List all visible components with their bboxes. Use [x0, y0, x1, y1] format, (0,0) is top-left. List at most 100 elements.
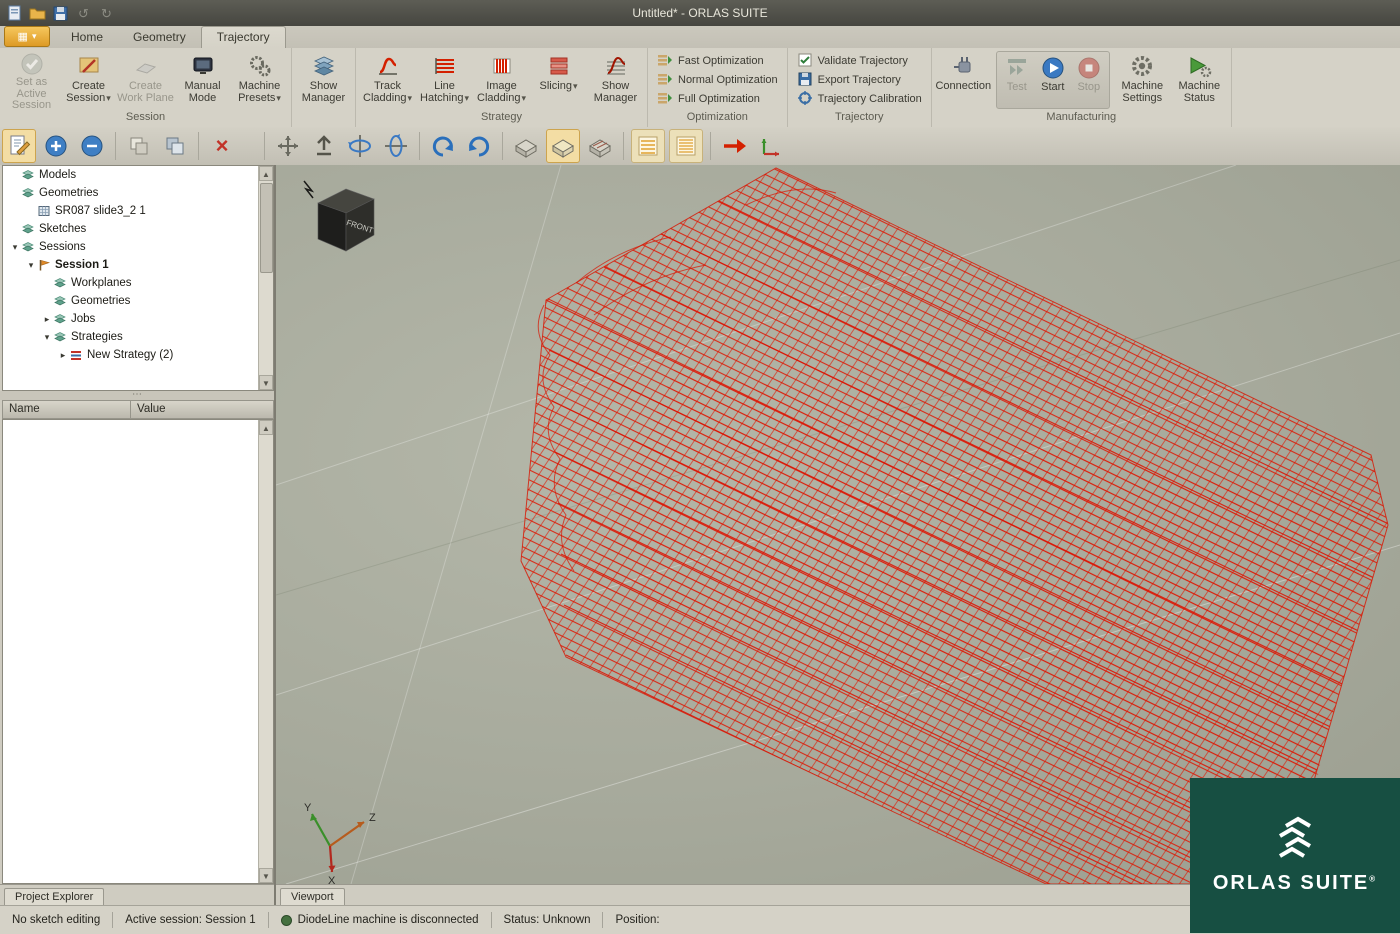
play-circle-icon	[1041, 55, 1065, 81]
overlapping-squares-icon	[126, 133, 152, 159]
column-header-value[interactable]: Value	[131, 401, 172, 418]
tree-item-sessions[interactable]: ▾ Sessions	[3, 238, 273, 256]
fast-forward-icon	[1005, 55, 1029, 81]
chevron-down-icon[interactable]: ▾	[9, 242, 21, 253]
start-button[interactable]: Start	[1035, 52, 1071, 108]
tree-item-jobs[interactable]: ▸ Jobs	[3, 310, 273, 328]
show-axes-button[interactable]	[754, 130, 786, 162]
tree-item-models[interactable]: Models	[3, 166, 273, 184]
panel-splitter[interactable]: ⋯	[0, 391, 274, 400]
show-direction-button[interactable]	[718, 130, 750, 162]
show-sliced-button[interactable]	[584, 130, 616, 162]
delete-button[interactable]: ×	[206, 130, 238, 162]
ribbon-group-workplane-manager: Show Manager	[292, 48, 356, 127]
show-hatch-dense-button[interactable]	[669, 129, 703, 163]
chevron-down-icon[interactable]: ▾	[41, 332, 53, 343]
image-cladding-icon	[489, 51, 515, 81]
check-circle-icon	[19, 51, 45, 77]
slicing-button[interactable]: Slicing▾	[530, 49, 587, 111]
axis-y-label: Y	[304, 802, 312, 814]
test-button[interactable]: Test	[999, 52, 1035, 108]
scroll-up-icon[interactable]: ▲	[259, 420, 273, 435]
strategy-show-manager-button[interactable]: Show Manager	[587, 49, 644, 111]
full-optimization-button[interactable]: Full Optimization	[651, 90, 784, 109]
machine-settings-button[interactable]: Machine Settings	[1114, 49, 1171, 111]
validate-trajectory-button[interactable]: Validate Trajectory	[791, 52, 928, 71]
overlapping-squares-filled-icon	[162, 133, 188, 159]
tree-item-geometry-file[interactable]: SR087 slide3_2 1	[3, 202, 273, 220]
tree-item-sketches[interactable]: Sketches	[3, 220, 273, 238]
scroll-up-icon[interactable]: ▲	[259, 166, 273, 181]
tree-item-session-geometries[interactable]: Geometries	[3, 292, 273, 310]
gear-icon	[1129, 51, 1155, 81]
layers-icon	[53, 294, 69, 308]
scroll-down-icon[interactable]: ▼	[259, 868, 273, 883]
machine-status-button[interactable]: Machine Status	[1171, 49, 1228, 111]
scroll-down-icon[interactable]: ▼	[259, 375, 273, 390]
show-solid-button[interactable]	[510, 130, 542, 162]
line-hatching-button[interactable]: Line Hatching▾	[416, 49, 473, 111]
group-label-manufacturing: Manufacturing	[935, 111, 1228, 126]
rotate-x-button[interactable]	[344, 130, 376, 162]
track-cladding-button[interactable]: Track Cladding▾	[359, 49, 416, 111]
tree-item-strategies[interactable]: ▾ Strategies	[3, 328, 273, 346]
create-session-icon	[76, 51, 102, 81]
optimization-icon	[657, 90, 673, 109]
chevron-right-icon[interactable]: ▸	[41, 314, 53, 325]
export-trajectory-button[interactable]: Export Trajectory	[791, 71, 928, 90]
edit-sketch-button[interactable]	[2, 129, 36, 163]
chevron-down-icon[interactable]: ▾	[25, 260, 37, 271]
machine-presets-button[interactable]: Machine Presets▾	[231, 49, 288, 111]
tree-item-session-1[interactable]: ▾ Session 1	[3, 256, 273, 274]
view-cube[interactable]: FRONT	[304, 181, 374, 251]
tab-geometry[interactable]: Geometry	[118, 27, 201, 48]
tab-trajectory[interactable]: Trajectory	[201, 26, 286, 48]
property-scrollbar[interactable]: ▲ ▼	[258, 420, 273, 883]
set-active-session-button[interactable]: Set as Active Session	[3, 49, 60, 111]
fast-optimization-button[interactable]: Fast Optimization	[651, 52, 784, 71]
copy-view-button[interactable]	[123, 130, 155, 162]
curve-layers-icon	[603, 51, 629, 81]
create-work-plane-button[interactable]: Create Work Plane	[117, 49, 174, 111]
rotate-view-left-button[interactable]	[427, 130, 459, 162]
rotate-view-right-button[interactable]	[463, 130, 495, 162]
tab-home[interactable]: Home	[56, 27, 118, 48]
ribbon-group-trajectory: Validate Trajectory Export Trajectory Tr…	[788, 48, 932, 127]
status-state: Status: Unknown	[492, 914, 603, 926]
chevron-down-icon: ▾	[407, 93, 412, 103]
tree-scrollbar[interactable]: ▲ ▼	[258, 166, 273, 390]
show-shaded-button[interactable]	[546, 129, 580, 163]
tree-item-workplanes[interactable]: Workplanes	[3, 274, 273, 292]
column-header-name[interactable]: Name	[3, 401, 131, 418]
stop-button[interactable]: Stop	[1071, 52, 1107, 108]
manual-mode-button[interactable]: Manual Mode	[174, 49, 231, 111]
group-label-strategy: Strategy	[359, 111, 644, 126]
zoom-out-button[interactable]	[76, 130, 108, 162]
show-manager-button[interactable]: Show Manager	[295, 49, 352, 111]
orlas-suite-window: ↺ ↻ Untitled* - ORLAS SUITE ▦ ▾ Home Geo…	[0, 0, 1400, 933]
image-cladding-button[interactable]: Image Cladding▾	[473, 49, 530, 111]
trajectory-calibration-button[interactable]: Trajectory Calibration	[791, 90, 928, 109]
tree-item-new-strategy[interactable]: ▸ New Strategy (2)	[3, 346, 273, 364]
chevron-right-icon[interactable]: ▸	[57, 350, 69, 361]
tab-viewport[interactable]: Viewport	[280, 888, 345, 906]
normal-optimization-button[interactable]: Normal Optimization	[651, 71, 784, 90]
scrollbar-thumb[interactable]	[260, 183, 273, 273]
application-menu-button[interactable]: ▦ ▾	[4, 26, 50, 47]
connection-button[interactable]: Connection	[935, 49, 992, 111]
viewport-3d-canvas[interactable]: FRONT Y Z X	[276, 165, 1400, 884]
zoom-in-button[interactable]	[40, 130, 72, 162]
chevron-down-icon: ▾	[106, 93, 111, 103]
create-session-button[interactable]: Create Session▾	[60, 49, 117, 111]
ribbon-tab-row: ▦ ▾ Home Geometry Trajectory	[0, 26, 1400, 48]
show-hatch-lines-button[interactable]	[631, 129, 665, 163]
plug-icon	[950, 51, 976, 81]
paste-view-button[interactable]	[159, 130, 191, 162]
raise-geometry-button[interactable]	[308, 130, 340, 162]
move-geometry-button[interactable]	[272, 130, 304, 162]
rotate-y-button[interactable]	[380, 130, 412, 162]
track-cladding-icon	[375, 51, 401, 81]
trajectory-scene: FRONT Y Z X	[276, 165, 1400, 884]
tree-item-geometries[interactable]: Geometries	[3, 184, 273, 202]
tab-project-explorer[interactable]: Project Explorer	[4, 888, 104, 906]
